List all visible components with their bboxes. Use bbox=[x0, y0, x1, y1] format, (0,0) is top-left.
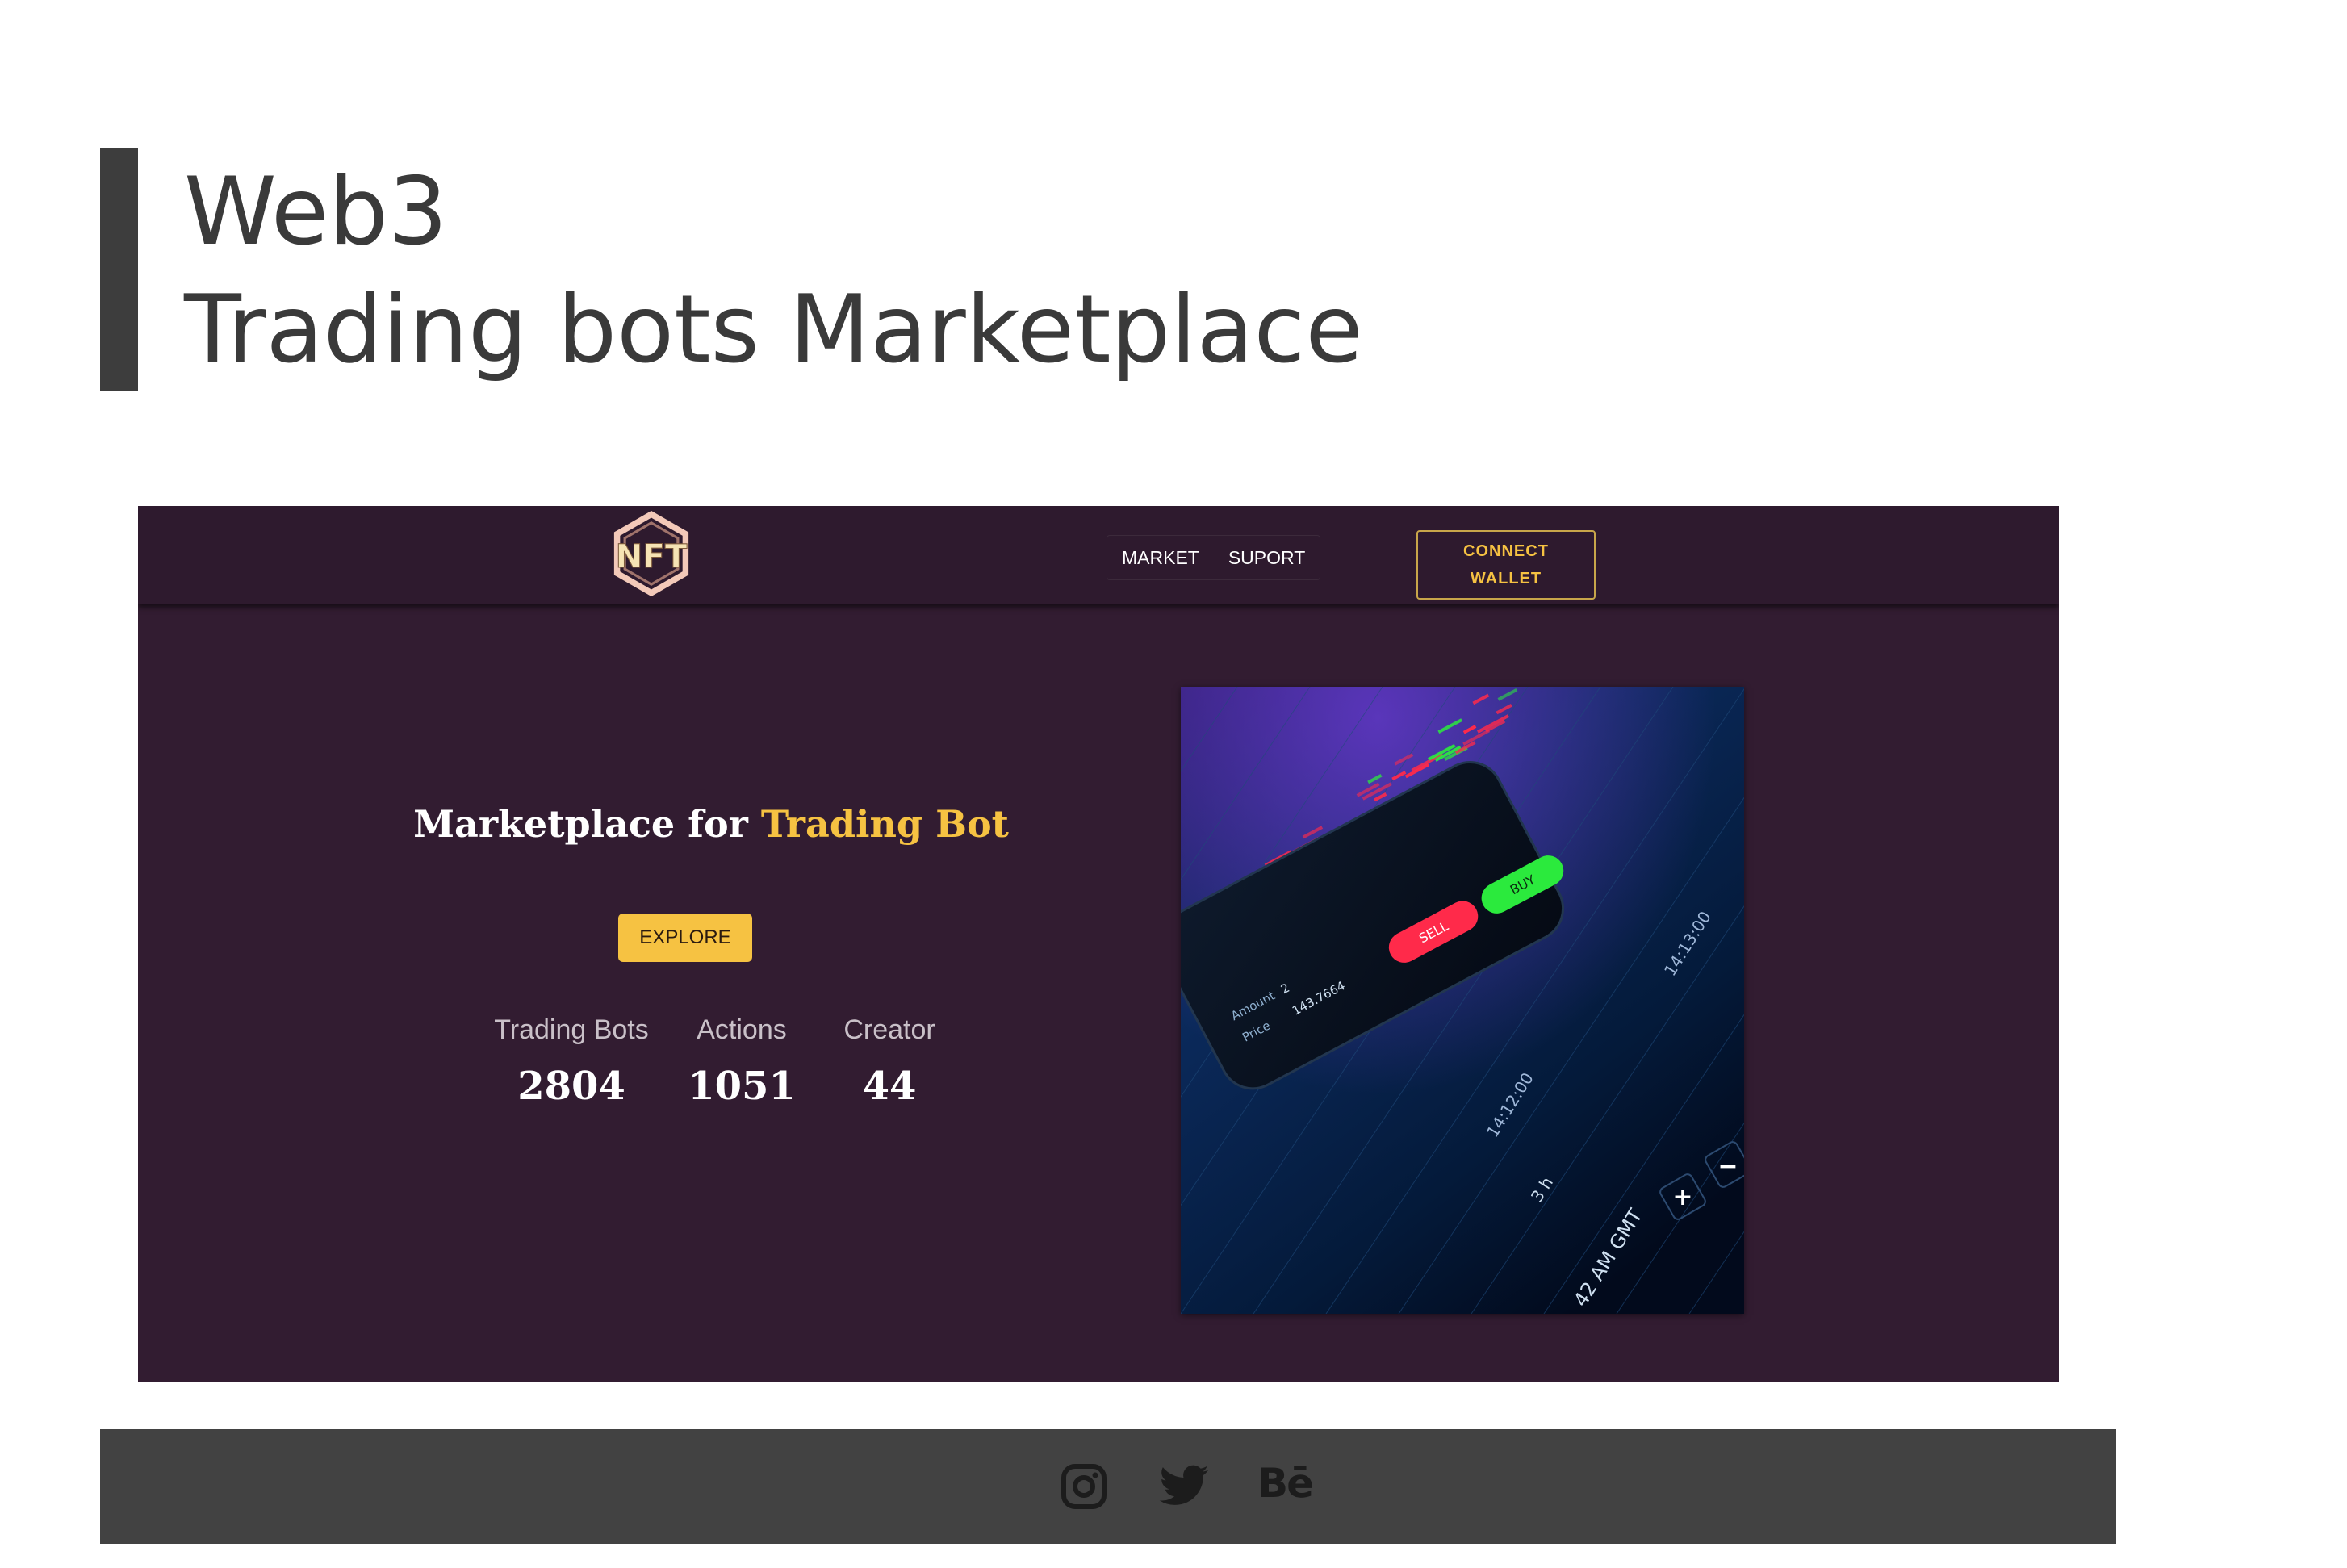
website-mockup: NFT MARKET SUPORT CONNECT WALLET Marketp… bbox=[138, 506, 2059, 1382]
instagram-icon[interactable] bbox=[1057, 1460, 1111, 1513]
connect-wallet-line1: CONNECT bbox=[1463, 542, 1549, 560]
nft-logo-icon[interactable]: NFT bbox=[609, 511, 694, 596]
hero-title-prefix: Marketplace for bbox=[413, 802, 761, 846]
nav-suport-link[interactable]: SUPORT bbox=[1228, 547, 1305, 569]
footer: Bē bbox=[100, 1429, 2116, 1544]
connect-wallet-button[interactable]: CONNECT WALLET bbox=[1416, 530, 1596, 600]
portfolio-title: Web3 Trading bots Marketplace bbox=[184, 153, 1363, 389]
behance-icon[interactable]: Bē bbox=[1257, 1460, 1322, 1513]
twitter-icon[interactable] bbox=[1157, 1460, 1211, 1513]
nav-links: MARKET SUPORT bbox=[1107, 535, 1321, 580]
svg-text:+: + bbox=[1672, 1183, 1692, 1211]
hero-trading-image: Amount 2 Price 143.7664 SELL BUY 14:13:0… bbox=[1181, 687, 1744, 1314]
portfolio-title-line1: Web3 bbox=[184, 157, 448, 266]
nav-market-link[interactable]: MARKET bbox=[1122, 547, 1199, 569]
hero-title-highlight: Trading Bot bbox=[760, 802, 1009, 846]
connect-wallet-line2: WALLET bbox=[1470, 570, 1542, 587]
accent-bar bbox=[100, 148, 138, 391]
svg-text:NFT: NFT bbox=[616, 538, 688, 575]
explore-button[interactable]: EXPLORE bbox=[618, 914, 752, 962]
portfolio-title-line2: Trading bots Marketplace bbox=[184, 275, 1363, 384]
behance-text: Bē bbox=[1257, 1460, 1314, 1507]
svg-text:−: − bbox=[1717, 1152, 1738, 1181]
stat-creator: Creator 44 bbox=[797, 1014, 982, 1109]
stat-value: 44 bbox=[862, 1064, 917, 1109]
navbar: NFT MARKET SUPORT CONNECT WALLET bbox=[138, 506, 2059, 604]
hero-title: Marketplace for Trading Bot bbox=[138, 802, 1284, 846]
stat-label: Creator bbox=[843, 1014, 935, 1045]
